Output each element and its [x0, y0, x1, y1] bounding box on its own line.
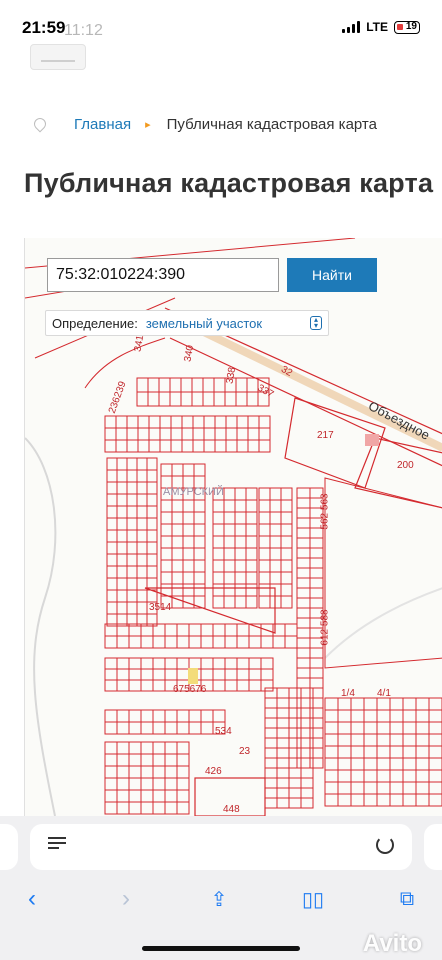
parcel-label: 562 563	[319, 493, 331, 530]
tabs-icon[interactable]: ⧉	[392, 884, 422, 914]
prev-tab-preview[interactable]	[0, 824, 18, 870]
back-icon[interactable]: ‹	[18, 884, 46, 914]
next-tab-preview[interactable]	[424, 824, 442, 870]
definition-value[interactable]: земельный участок	[146, 316, 262, 331]
definition-label: Определение:	[52, 315, 138, 331]
cadastral-number-input[interactable]	[47, 258, 279, 292]
location-pin-icon	[34, 118, 44, 132]
signal-icon	[342, 21, 361, 33]
chevron-updown-icon: ▴ ▾	[310, 316, 322, 330]
parcel-label: 200	[397, 460, 414, 471]
definition-selector[interactable]: Определение: земельный участок ▴ ▾	[45, 310, 329, 336]
parcel-label: 675676	[173, 684, 207, 695]
parcel-label: 217	[317, 430, 334, 441]
status-time: 21:59	[22, 18, 66, 37]
browser-bar: ‹ › ⇪ ▯▯ ⧉ Avito	[0, 816, 442, 960]
find-button[interactable]: Найти	[287, 258, 377, 292]
breadcrumb-separator-icon: ▸	[145, 119, 151, 131]
battery-level: 19	[405, 20, 417, 32]
reload-icon[interactable]	[376, 836, 394, 854]
parcel-label: 612 588	[319, 609, 331, 646]
parcel-label: 1/4	[341, 688, 355, 699]
bookmarks-icon[interactable]: ▯▯	[296, 884, 330, 914]
reader-icon[interactable]	[48, 837, 66, 855]
parcel-label: 448	[223, 804, 240, 815]
watermark: Avito	[362, 930, 422, 957]
share-icon[interactable]: ⇪	[204, 884, 234, 914]
breadcrumb-current: Публичная кадастровая карта	[166, 116, 377, 133]
battery-icon: 19	[394, 20, 420, 34]
cadastral-map[interactable]: 341 340 338 337 32 236239 217 200 3514 6…	[24, 238, 442, 816]
breadcrumb: Главная ▸ Публичная кадастровая карта	[34, 116, 377, 133]
parcel-label: 4/1	[377, 688, 391, 699]
parcel-label: 3514	[149, 602, 172, 613]
forward-icon[interactable]: ›	[112, 884, 140, 914]
address-bar[interactable]	[30, 824, 412, 870]
status-bar: 21:59 11:12 LTE 19	[0, 0, 442, 48]
tab-button[interactable]	[30, 44, 86, 70]
cadastral-search: Найти	[47, 258, 377, 292]
parcel-label: 534	[215, 726, 232, 737]
district-label: АМУРСКИЙ	[163, 486, 224, 498]
breadcrumb-home-link[interactable]: Главная	[74, 116, 131, 133]
page-title: Публичная кадастровая карта	[24, 168, 434, 198]
home-indicator	[142, 946, 300, 951]
parcel-label: 426	[205, 766, 222, 777]
status-ghost-time: 11:12	[64, 22, 103, 39]
parcel-label: 23	[239, 746, 251, 757]
network-label: LTE	[366, 20, 388, 34]
browser-toolbar: ‹ › ⇪ ▯▯ ⧉	[0, 884, 442, 924]
status-indicators: LTE 19	[342, 20, 420, 34]
